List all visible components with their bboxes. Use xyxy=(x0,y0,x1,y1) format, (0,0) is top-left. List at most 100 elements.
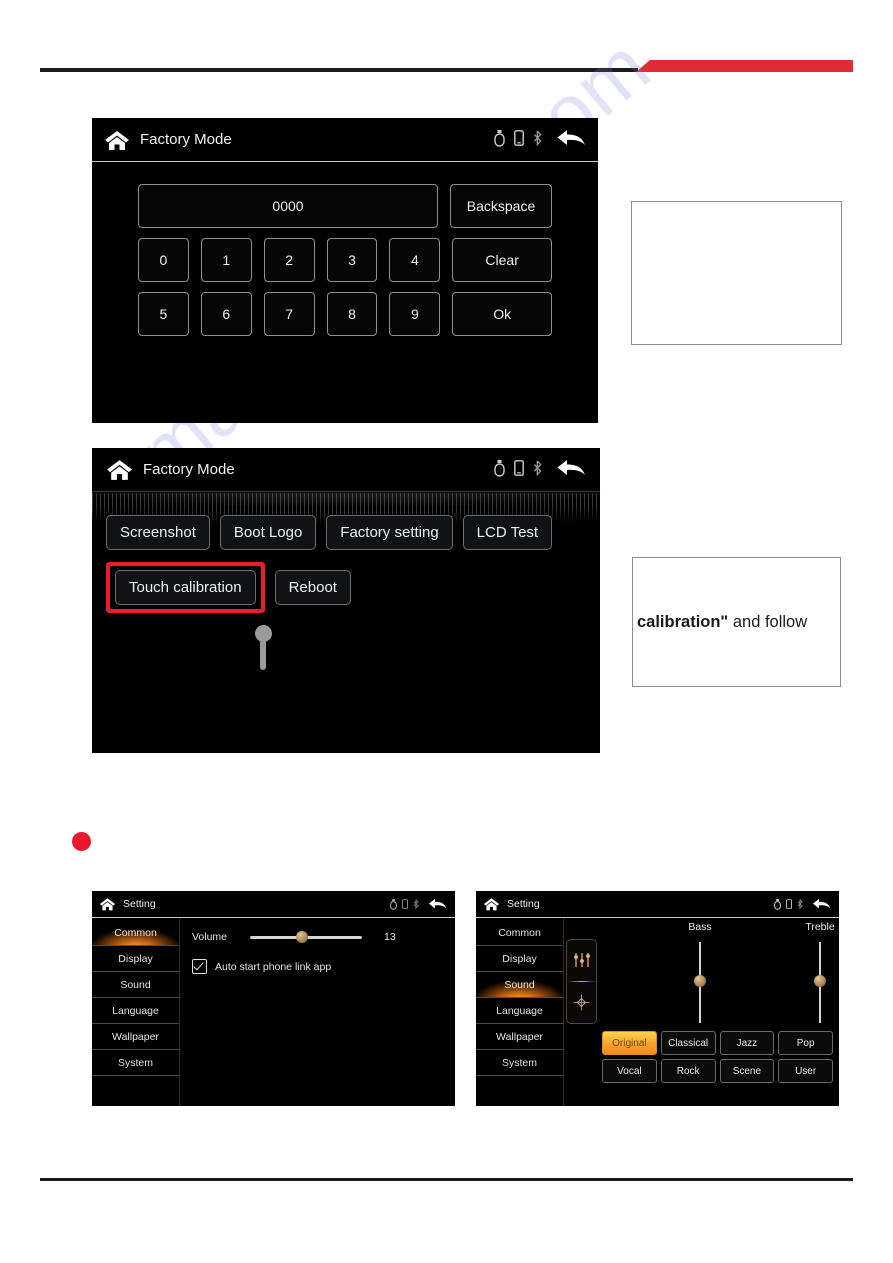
bluetooth-icon xyxy=(533,130,542,146)
callout-bottom-text: calibration" and follow xyxy=(633,613,807,632)
reboot-button[interactable]: Reboot xyxy=(274,570,351,605)
usb-icon xyxy=(390,898,397,910)
preset-rock[interactable]: Rock xyxy=(660,1059,716,1083)
home-icon[interactable] xyxy=(104,129,130,151)
key-5[interactable]: 5 xyxy=(138,292,189,336)
back-arrow-icon[interactable] xyxy=(812,898,831,910)
auto-start-row[interactable]: Auto start phone link app xyxy=(192,959,445,974)
bluetooth-icon xyxy=(533,460,542,476)
volume-row: Volume 13 xyxy=(192,931,445,943)
backspace-button[interactable]: Backspace xyxy=(450,184,552,228)
usb-icon xyxy=(494,129,505,147)
treble-slider[interactable] xyxy=(814,942,826,1023)
preset-pop[interactable]: Pop xyxy=(778,1031,833,1055)
treble-slider-knob[interactable] xyxy=(814,975,826,987)
eq-preset-grid: Original Classical Jazz Pop Vocal Rock S… xyxy=(602,1031,833,1083)
sidebar-item-system[interactable]: System xyxy=(92,1050,179,1076)
key-8[interactable]: 8 xyxy=(326,292,378,336)
eq-slider-group: Bass Treble xyxy=(602,921,835,1025)
sidebar-item-wallpaper[interactable]: Wallpaper xyxy=(92,1024,179,1050)
key-0[interactable]: 0 xyxy=(138,238,189,282)
common-body: Common Display Sound Language Wallpaper … xyxy=(92,919,455,1106)
screenshot-button[interactable]: Screenshot xyxy=(106,515,210,550)
footer-rule xyxy=(40,1178,853,1181)
key-3[interactable]: 3 xyxy=(326,238,378,282)
header-accent-bar xyxy=(636,60,853,72)
sidebar-item-sound[interactable]: Sound xyxy=(476,972,563,998)
volume-label: Volume xyxy=(192,931,228,943)
bass-slider[interactable] xyxy=(694,942,706,1023)
balance-fader-button[interactable] xyxy=(567,982,596,1023)
sidebar-item-wallpaper[interactable]: Wallpaper xyxy=(476,1024,563,1050)
phone-icon xyxy=(514,460,524,476)
preset-user[interactable]: User xyxy=(778,1059,833,1083)
key-1[interactable]: 1 xyxy=(200,238,252,282)
home-icon[interactable] xyxy=(106,458,133,481)
key-9[interactable]: 9 xyxy=(389,292,441,336)
preset-vocal[interactable]: Vocal xyxy=(602,1059,657,1083)
back-arrow-icon[interactable] xyxy=(428,898,447,910)
phone-icon xyxy=(402,899,408,909)
auto-start-label: Auto start phone link app xyxy=(215,960,332,973)
eq-mode-selector xyxy=(566,939,597,1024)
sidebar-item-common[interactable]: Common xyxy=(476,920,563,946)
volume-value: 13 xyxy=(384,931,396,943)
ok-button[interactable]: Ok xyxy=(452,292,553,336)
home-icon[interactable] xyxy=(483,897,500,911)
touch-calibration-highlight-box: Touch calibration xyxy=(106,562,265,613)
sound-titlebar: Setting xyxy=(476,891,839,918)
keypad-row-2: 5 6 7 8 9 Ok xyxy=(138,292,553,336)
pin-display[interactable]: 0000 xyxy=(138,184,438,228)
keypad-title: Factory Mode xyxy=(140,131,232,148)
sidebar-item-display[interactable]: Display xyxy=(476,946,563,972)
callout-box-bottom: calibration" and follow xyxy=(632,557,841,687)
treble-label: Treble xyxy=(805,921,835,933)
usb-icon xyxy=(774,898,781,910)
sound-title: Setting xyxy=(507,898,540,910)
common-title: Setting xyxy=(123,898,156,910)
factory-mode-keypad-screen: Factory Mode 0000 Backspace 0 1 2 3 4 Cl… xyxy=(92,118,598,423)
lcd-test-button[interactable]: LCD Test xyxy=(462,515,553,550)
sidebar-item-common[interactable]: Common xyxy=(92,920,179,946)
common-pane: Volume 13 Auto start phone link app xyxy=(180,919,455,1106)
key-4[interactable]: 4 xyxy=(389,238,441,282)
sound-nav-list: Common Display Sound Language Wallpaper … xyxy=(476,919,564,1106)
home-icon[interactable] xyxy=(99,897,116,911)
pointer-stick-marker xyxy=(260,634,266,670)
sidebar-item-sound[interactable]: Sound xyxy=(92,972,179,998)
treble-column: Treble xyxy=(770,921,839,1023)
back-arrow-icon[interactable] xyxy=(556,129,586,147)
keypad-status-icons xyxy=(494,129,586,147)
equalizer-mode-button[interactable] xyxy=(567,940,596,981)
factory-status-icons xyxy=(494,459,586,477)
factory-titlebar: Factory Mode xyxy=(92,448,600,492)
bass-slider-knob[interactable] xyxy=(694,975,706,987)
keypad-display-row: 0000 Backspace xyxy=(138,184,552,228)
boot-logo-button[interactable]: Boot Logo xyxy=(219,515,317,550)
key-6[interactable]: 6 xyxy=(200,292,252,336)
common-status-icons xyxy=(390,898,447,910)
preset-jazz[interactable]: Jazz xyxy=(719,1031,775,1055)
header-rule xyxy=(40,68,638,72)
volume-slider[interactable] xyxy=(250,931,362,943)
phone-icon xyxy=(786,899,792,909)
key-2[interactable]: 2 xyxy=(263,238,315,282)
keypad-titlebar: Factory Mode xyxy=(92,118,598,162)
key-7[interactable]: 7 xyxy=(263,292,315,336)
bass-column: Bass xyxy=(650,921,750,1023)
preset-classical[interactable]: Classical xyxy=(660,1031,716,1055)
auto-start-checkbox[interactable] xyxy=(192,959,207,974)
back-arrow-icon[interactable] xyxy=(556,459,586,477)
sidebar-item-language[interactable]: Language xyxy=(476,998,563,1024)
preset-scene[interactable]: Scene xyxy=(719,1059,775,1083)
factory-setting-button[interactable]: Factory setting xyxy=(326,515,453,550)
sidebar-item-display[interactable]: Display xyxy=(92,946,179,972)
touch-calibration-button[interactable]: Touch calibration xyxy=(115,570,256,605)
sidebar-item-system[interactable]: System xyxy=(476,1050,563,1076)
volume-slider-knob[interactable] xyxy=(296,931,308,943)
clear-button[interactable]: Clear xyxy=(452,238,553,282)
preset-original[interactable]: Original xyxy=(602,1031,657,1055)
sidebar-item-language[interactable]: Language xyxy=(92,998,179,1024)
usb-icon xyxy=(494,459,505,477)
bass-label: Bass xyxy=(688,921,712,933)
